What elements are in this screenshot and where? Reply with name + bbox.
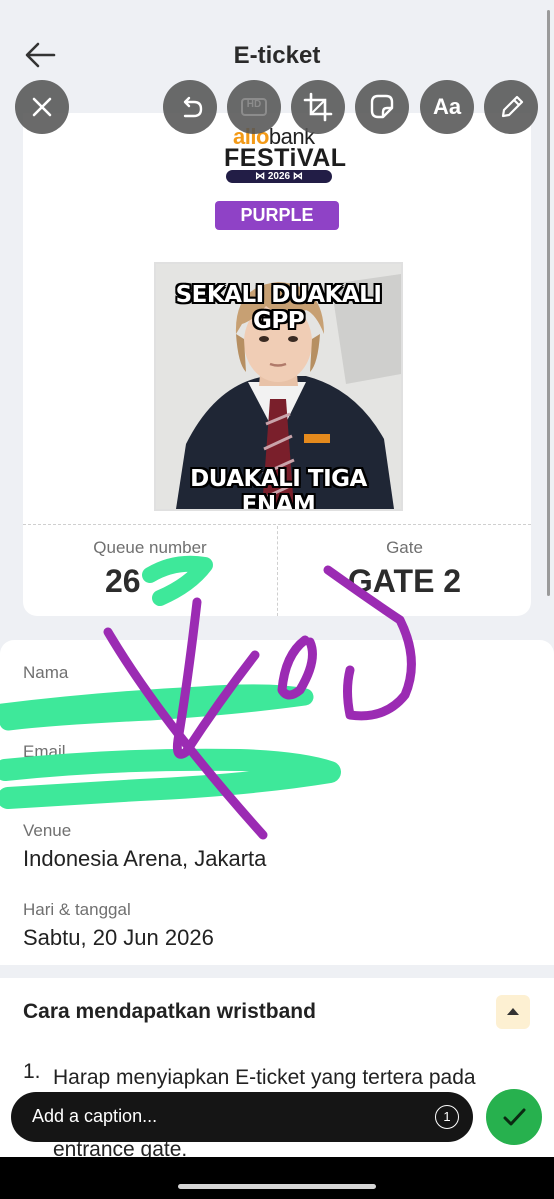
date-label: Hari & tanggal: [23, 900, 131, 919]
meme-top-text: SEKALI DUAKALI GPP: [175, 282, 382, 334]
ticket-divider: [23, 524, 531, 525]
sticker-icon[interactable]: [355, 80, 409, 134]
hd-icon[interactable]: HD: [227, 80, 281, 134]
checkmark-icon: [503, 1108, 526, 1126]
page-title: E-ticket: [233, 42, 321, 69]
date-value: Sabtu, 20 Jun 2026: [23, 925, 214, 950]
chevron-up-icon[interactable]: [496, 995, 530, 1029]
caption-placeholder: Add a caption...: [32, 1106, 158, 1126]
text-tool[interactable]: Aa: [420, 80, 474, 134]
venue-label: Venue: [23, 821, 72, 840]
venue-value: Indonesia Arena, Jakarta: [23, 846, 267, 871]
gate-value: GATE 2: [347, 563, 462, 599]
step-number: 1.: [23, 1060, 41, 1083]
queue-number-value: 26: [105, 563, 141, 599]
close-icon[interactable]: [15, 80, 69, 134]
festival-logo-title: FESTiVAL: [224, 144, 347, 172]
ticket-photo: SEKALI DUAKALI GPP DUAKALI TIGA ENAM: [154, 262, 403, 511]
scrollbar[interactable]: [547, 10, 550, 596]
nama-label: Nama: [23, 663, 69, 682]
gate-label: Gate: [386, 538, 423, 557]
tier-badge: PURPLE: [215, 201, 339, 230]
hd-label: HD: [246, 99, 262, 110]
system-bottom-bar: [0, 1157, 554, 1199]
undo-icon[interactable]: [163, 80, 217, 134]
text-tool-label: Aa: [432, 94, 462, 119]
home-indicator[interactable]: [178, 1184, 376, 1189]
festival-logo-year: ⋈ 2026 ⋈: [226, 170, 332, 183]
email-label: Email: [23, 742, 66, 761]
send-button[interactable]: [486, 1089, 542, 1145]
pen-icon[interactable]: [484, 80, 538, 134]
accordion-title[interactable]: Cara mendapatkan wristband: [23, 1000, 316, 1024]
queue-number-label: Queue number: [93, 538, 207, 557]
crop-icon[interactable]: [291, 80, 345, 134]
meme-bottom-text: DUAKALI TIGA ENAM: [190, 466, 367, 511]
view-once-button[interactable]: 1: [435, 1105, 459, 1129]
